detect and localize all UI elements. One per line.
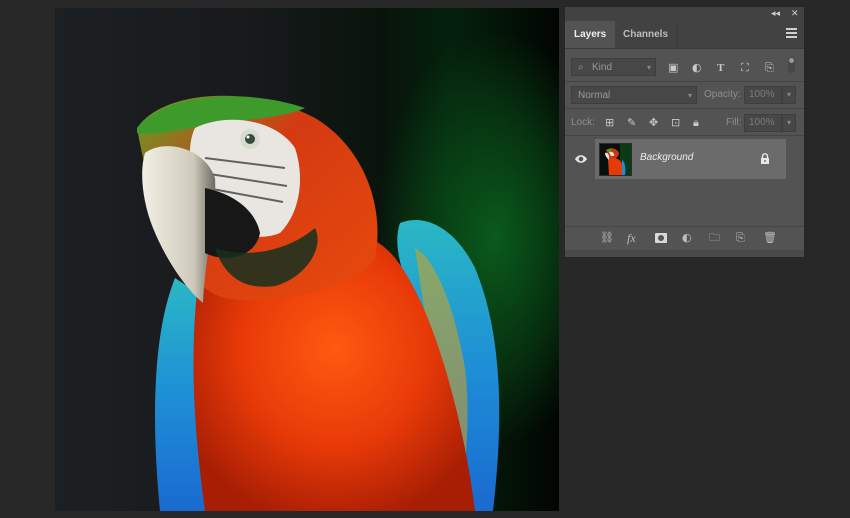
type-filter-icon[interactable]: T — [717, 62, 724, 74]
link-layers-icon[interactable]: ⛓ — [600, 232, 614, 244]
image-filter-icon[interactable]: ▣ — [668, 62, 678, 74]
filter-kind-label: Kind — [592, 62, 613, 73]
lock-row: Lock: ⊞ ✎ ✥ ⊡ 🔒︎ Fill: 100% ▾ — [565, 111, 804, 133]
delete-layer-icon[interactable]: 🗑︎ — [763, 232, 777, 244]
parrot-photo — [137, 95, 500, 511]
layer-visibility-toggle[interactable] — [565, 139, 595, 179]
filter-toggle-icon[interactable] — [788, 57, 795, 73]
blend-mode-value: Normal — [578, 90, 611, 101]
opacity-label: Opacity: — [704, 89, 741, 100]
opacity-input[interactable]: 100% — [744, 86, 782, 104]
lock-all-icon[interactable]: 🔒︎ — [693, 117, 699, 129]
layer-name[interactable]: Background — [640, 152, 693, 163]
panel-menu-icon[interactable] — [786, 28, 797, 38]
new-group-icon[interactable]: 🗀︎ — [709, 232, 720, 244]
layers-panel: ◂◂ ✕ Layers Channels ⌕ Kind ▾ ▣ ◐ T ⛶ ⎘ … — [565, 7, 804, 257]
adjustment-layer-icon[interactable]: ◐ — [682, 232, 692, 244]
close-icon[interactable]: ✕ — [791, 8, 799, 20]
lock-icon — [761, 153, 769, 164]
new-layer-icon[interactable]: ⎘ — [736, 232, 745, 244]
layer-filter-row: ⌕ Kind ▾ ▣ ◐ T ⛶ ⎘ — [565, 56, 804, 78]
panel-tab-bar: Layers Channels — [565, 21, 804, 49]
fill-input[interactable]: 100% — [744, 114, 782, 132]
lock-image-icon[interactable]: ✎ — [627, 117, 636, 129]
blend-row: Normal ▾ Opacity: 100% ▾ — [565, 84, 804, 106]
chevron-down-icon: ▾ — [687, 91, 692, 100]
tab-channels[interactable]: Channels — [614, 21, 679, 48]
double-chevron-icon[interactable]: ◂◂ — [771, 8, 780, 20]
eye-icon — [575, 155, 587, 163]
panel-resize-grip[interactable] — [565, 250, 804, 257]
layer-thumbnail — [599, 143, 632, 176]
lock-label: Lock: — [571, 117, 595, 128]
divider — [565, 108, 804, 109]
adjustment-filter-icon[interactable]: ◐ — [692, 62, 702, 74]
blend-mode-dropdown[interactable]: Normal ▾ — [571, 86, 697, 104]
layers-footer-toolbar: ⛓ fx ◐ 🗀︎ ⎘ 🗑︎ — [565, 226, 804, 249]
shape-filter-icon[interactable]: ⛶ — [741, 62, 749, 74]
divider — [565, 135, 804, 136]
smart-object-filter-icon[interactable]: ⎘ — [765, 62, 774, 74]
tab-layers[interactable]: Layers — [565, 21, 616, 48]
document-canvas[interactable] — [55, 8, 559, 511]
lock-transparency-icon[interactable]: ⊞ — [605, 117, 614, 129]
opacity-dropdown-button[interactable]: ▾ — [782, 86, 796, 104]
lock-position-icon[interactable]: ✥ — [649, 117, 658, 129]
layer-item-background[interactable]: Background — [595, 139, 786, 179]
fill-dropdown-button[interactable]: ▾ — [782, 114, 796, 132]
search-icon: ⌕ — [578, 62, 584, 73]
fx-icon[interactable]: fx — [627, 232, 636, 244]
divider — [565, 81, 804, 82]
filter-kind-dropdown[interactable]: ⌕ Kind ▾ — [571, 58, 656, 76]
panel-title-bar: ◂◂ ✕ — [565, 7, 804, 21]
chevron-down-icon: ▾ — [646, 63, 651, 72]
fill-label: Fill: — [726, 117, 742, 128]
lock-artboard-icon[interactable]: ⊡ — [671, 117, 680, 129]
add-mask-icon[interactable] — [655, 233, 667, 243]
